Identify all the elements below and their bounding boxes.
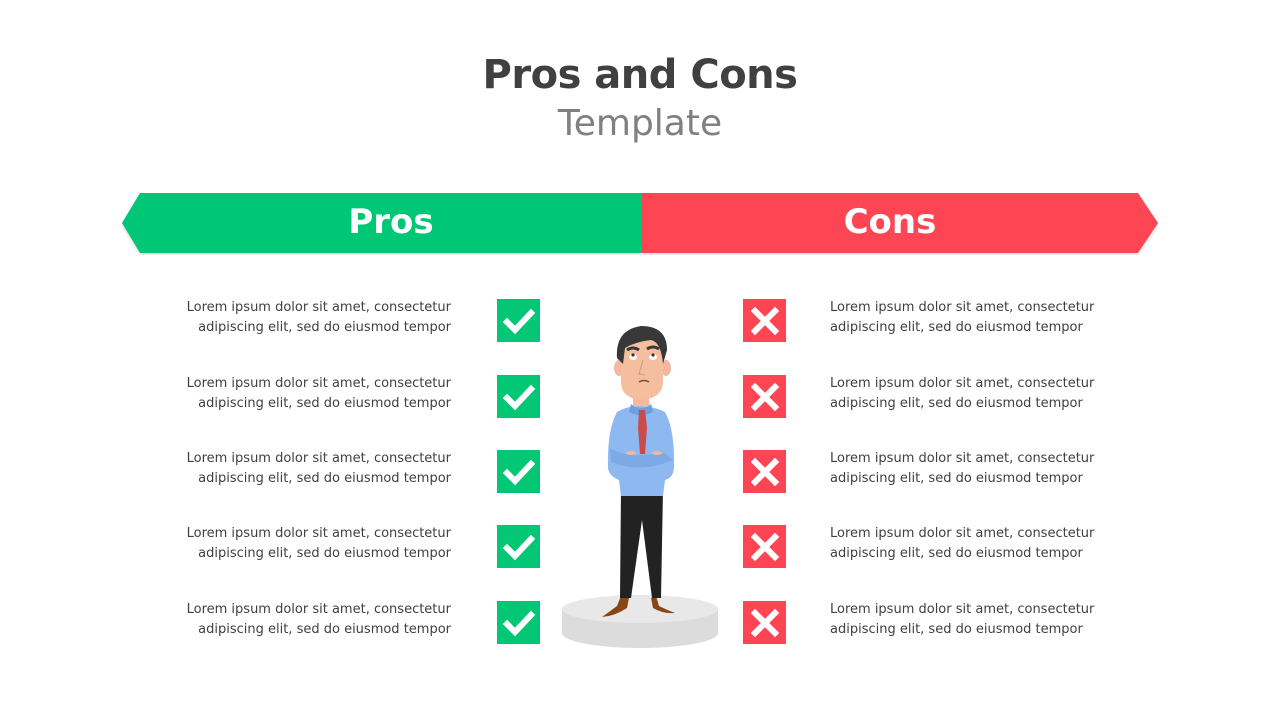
page-title: Pros and Cons xyxy=(482,52,798,98)
pros-item-line2: adipiscing elit, sed do eiusmod tempor xyxy=(198,471,451,486)
pros-item-line2: adipiscing elit, sed do eiusmod tempor xyxy=(198,320,451,335)
checkmark-icon xyxy=(497,299,540,342)
pros-item-text: Lorem ipsum dolor sit amet, consectetur a… xyxy=(187,524,451,564)
pros-item-line1: Lorem ipsum dolor sit amet, consectetur xyxy=(186,602,451,617)
cons-item-line1: Lorem ipsum dolor sit amet, consectetur xyxy=(830,376,1095,391)
pros-item-line2: adipiscing elit, sed do eiusmod tempor xyxy=(198,396,451,411)
cons-item-line1: Lorem ipsum dolor sit amet, consectetur xyxy=(830,451,1095,466)
pedestal xyxy=(562,595,718,648)
pros-item-line1: Lorem ipsum dolor sit amet, consectetur xyxy=(186,526,451,541)
cross-icon xyxy=(743,601,786,644)
checkmark-icon xyxy=(497,450,540,493)
checkmark-icon xyxy=(497,525,540,568)
pros-label: Pros xyxy=(348,202,434,242)
pros-item-line2: adipiscing elit, sed do eiusmod tempor xyxy=(198,546,451,561)
pros-item-line1: Lorem ipsum dolor sit amet, consectetur xyxy=(186,300,451,315)
cons-item-text: Lorem ipsum dolor sit amet, consectetur a… xyxy=(830,449,1094,489)
page-subtitle: Template xyxy=(557,103,723,144)
head xyxy=(614,326,671,400)
cons-item-text: Lorem ipsum dolor sit amet, consectetur a… xyxy=(830,374,1094,414)
cons-item-line2: adipiscing elit, sed do eiusmod tempor xyxy=(830,320,1083,335)
cross-icon xyxy=(743,525,786,568)
pros-item-line1: Lorem ipsum dolor sit amet, consectetur xyxy=(186,376,451,391)
cross-icon xyxy=(743,450,786,493)
cons-item-line1: Lorem ipsum dolor sit amet, consectetur xyxy=(830,602,1095,617)
cons-item-text: Lorem ipsum dolor sit amet, consectetur a… xyxy=(830,524,1094,564)
pros-banner: Pros xyxy=(122,193,642,253)
cross-icon xyxy=(743,375,786,418)
pros-item-line1: Lorem ipsum dolor sit amet, consectetur xyxy=(186,451,451,466)
cons-item-line1: Lorem ipsum dolor sit amet, consectetur xyxy=(830,526,1095,541)
businessman-illustration xyxy=(555,320,725,656)
cons-item-line1: Lorem ipsum dolor sit amet, consectetur xyxy=(830,300,1095,315)
cons-item-line2: adipiscing elit, sed do eiusmod tempor xyxy=(830,622,1083,637)
cons-banner: Cons xyxy=(642,193,1158,253)
cons-item-line2: adipiscing elit, sed do eiusmod tempor xyxy=(830,471,1083,486)
cons-item-text: Lorem ipsum dolor sit amet, consectetur a… xyxy=(830,600,1094,640)
cons-item-text: Lorem ipsum dolor sit amet, consectetur a… xyxy=(830,298,1094,338)
pros-item-text: Lorem ipsum dolor sit amet, consectetur a… xyxy=(187,449,451,489)
cons-item-line2: adipiscing elit, sed do eiusmod tempor xyxy=(830,546,1083,561)
pros-item-text: Lorem ipsum dolor sit amet, consectetur a… xyxy=(187,298,451,338)
pros-item-text: Lorem ipsum dolor sit amet, consectetur a… xyxy=(187,600,451,640)
cons-item-line2: adipiscing elit, sed do eiusmod tempor xyxy=(830,396,1083,411)
checkmark-icon xyxy=(497,375,540,418)
cross-icon xyxy=(743,299,786,342)
checkmark-icon xyxy=(497,601,540,644)
cons-label: Cons xyxy=(843,202,937,242)
pros-item-text: Lorem ipsum dolor sit amet, consectetur a… xyxy=(187,374,451,414)
trousers xyxy=(620,490,663,598)
pros-item-line2: adipiscing elit, sed do eiusmod tempor xyxy=(198,622,451,637)
